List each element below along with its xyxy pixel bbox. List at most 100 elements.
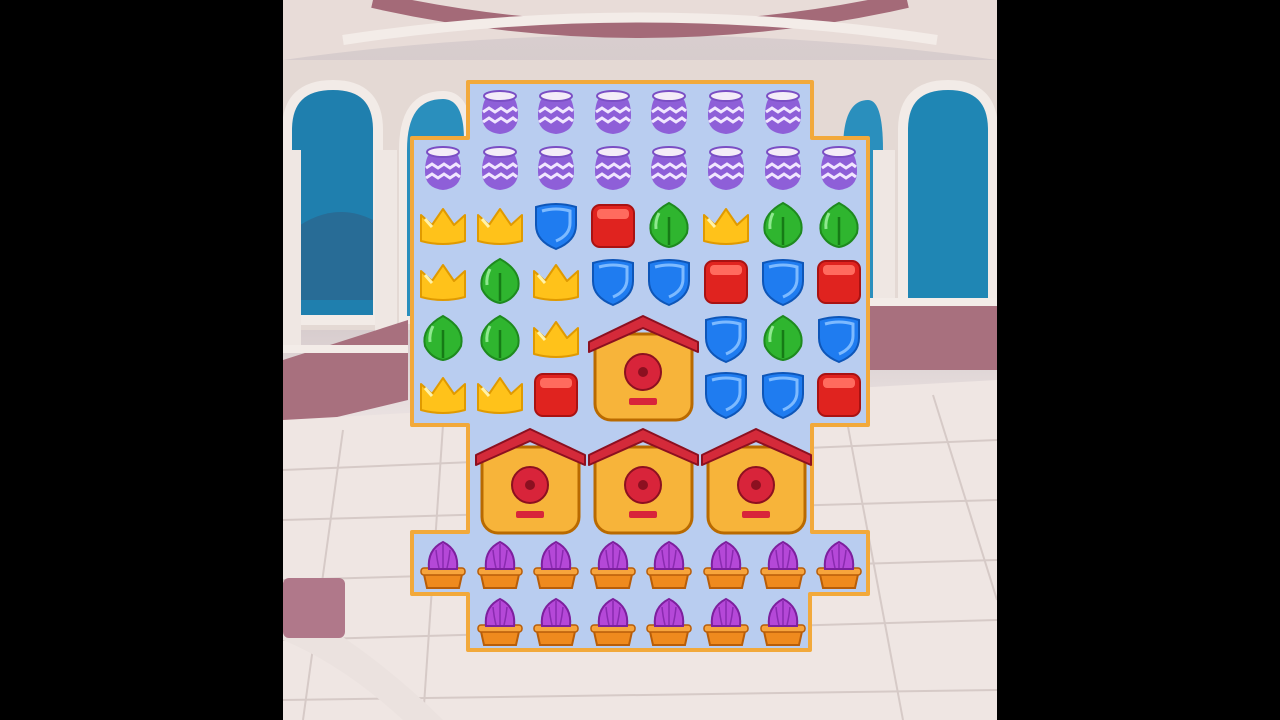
board-cell[interactable] xyxy=(585,197,641,253)
board-cell[interactable] xyxy=(698,253,754,309)
flower-piece xyxy=(703,541,749,590)
game-board xyxy=(0,0,1280,720)
board-cell[interactable] xyxy=(755,366,811,422)
shield-piece xyxy=(761,259,804,307)
cube-piece xyxy=(590,203,635,248)
crown-piece xyxy=(533,320,580,358)
board-cell[interactable] xyxy=(472,140,528,196)
birdhouse-blocker xyxy=(701,428,812,535)
cube-piece xyxy=(817,260,862,305)
board-cell[interactable] xyxy=(698,84,754,140)
flower-piece xyxy=(590,597,636,646)
vase-piece xyxy=(764,90,801,134)
board-cell[interactable] xyxy=(528,84,584,140)
crown-piece xyxy=(420,207,466,245)
leaf-piece xyxy=(763,201,803,248)
board-cell[interactable] xyxy=(528,253,584,309)
board-cell[interactable] xyxy=(585,140,641,196)
vase-piece xyxy=(425,146,461,190)
vase-piece xyxy=(764,146,801,190)
cube-piece xyxy=(817,373,862,418)
board-cell[interactable] xyxy=(472,253,528,309)
board-cell[interactable] xyxy=(641,84,697,140)
board-cell[interactable] xyxy=(641,197,697,253)
crown-piece xyxy=(420,264,466,302)
vase-piece xyxy=(594,146,631,190)
board-cell[interactable] xyxy=(528,366,584,422)
leaf-piece xyxy=(480,314,520,361)
board-cell[interactable] xyxy=(528,197,584,253)
flower-piece xyxy=(816,541,862,590)
shield-piece xyxy=(591,259,634,307)
board-cell[interactable] xyxy=(698,366,754,422)
leaf-piece xyxy=(763,314,803,361)
board-cell[interactable] xyxy=(641,140,697,196)
board-cell[interactable] xyxy=(755,140,811,196)
board-cell[interactable] xyxy=(698,197,754,253)
board-cell[interactable] xyxy=(528,536,584,592)
flower-piece xyxy=(590,541,636,590)
shield-piece xyxy=(705,372,747,420)
board-cell[interactable] xyxy=(472,84,528,140)
vase-piece xyxy=(481,90,518,134)
board-cell[interactable] xyxy=(641,593,697,649)
board-cell[interactable] xyxy=(528,140,584,196)
board-cell[interactable] xyxy=(698,310,754,366)
board-cell[interactable] xyxy=(641,536,697,592)
leaf-piece xyxy=(819,201,859,248)
shield-piece xyxy=(535,202,578,250)
board-cell[interactable] xyxy=(698,140,754,196)
flower-piece xyxy=(476,541,523,590)
flower-piece xyxy=(759,597,806,646)
shield-piece xyxy=(761,372,804,420)
board-cell[interactable] xyxy=(415,140,471,196)
board-cell[interactable] xyxy=(811,536,867,592)
board-cell[interactable] xyxy=(472,366,528,422)
birdhouse-blocker xyxy=(474,428,586,535)
board-cell[interactable] xyxy=(528,310,584,366)
board-cell[interactable] xyxy=(811,310,867,366)
board-cell[interactable] xyxy=(755,84,811,140)
flower-piece xyxy=(420,541,466,590)
board-cell[interactable] xyxy=(811,253,867,309)
board-cell[interactable] xyxy=(472,593,528,649)
board-cell[interactable] xyxy=(585,253,641,309)
board-cell[interactable] xyxy=(698,593,754,649)
leaf-piece xyxy=(649,201,689,248)
board-cell[interactable] xyxy=(811,140,867,196)
board-cell[interactable] xyxy=(415,366,471,422)
board-cell[interactable] xyxy=(472,536,528,592)
board-cell[interactable] xyxy=(415,310,471,366)
board-cell[interactable] xyxy=(755,593,811,649)
vase-piece xyxy=(481,146,518,190)
board-cell[interactable] xyxy=(528,593,584,649)
board-cell[interactable] xyxy=(415,536,471,592)
board-cell[interactable] xyxy=(415,197,471,253)
board-cell[interactable] xyxy=(641,253,697,309)
vase-piece xyxy=(708,90,744,134)
board-cell[interactable] xyxy=(585,593,641,649)
flower-piece xyxy=(533,597,579,646)
leaf-piece xyxy=(480,258,520,305)
flower-piece xyxy=(476,597,523,646)
board-cell[interactable] xyxy=(472,197,528,253)
board-cell[interactable] xyxy=(415,253,471,309)
shield-piece xyxy=(705,315,747,363)
vase-piece xyxy=(538,90,575,134)
board-cell[interactable] xyxy=(755,253,811,309)
board-cell[interactable] xyxy=(472,310,528,366)
board-cell[interactable] xyxy=(585,536,641,592)
shield-piece xyxy=(648,259,691,307)
vase-piece xyxy=(821,146,858,190)
flower-piece xyxy=(759,541,806,590)
board-cell[interactable] xyxy=(585,84,641,140)
board-cell[interactable] xyxy=(755,310,811,366)
crown-piece xyxy=(476,207,523,245)
board-cell[interactable] xyxy=(698,536,754,592)
board-cell[interactable] xyxy=(755,536,811,592)
board-cell[interactable] xyxy=(811,197,867,253)
flower-piece xyxy=(703,597,749,646)
board-cell[interactable] xyxy=(811,366,867,422)
cube-piece xyxy=(704,260,748,305)
board-cell[interactable] xyxy=(755,197,811,253)
